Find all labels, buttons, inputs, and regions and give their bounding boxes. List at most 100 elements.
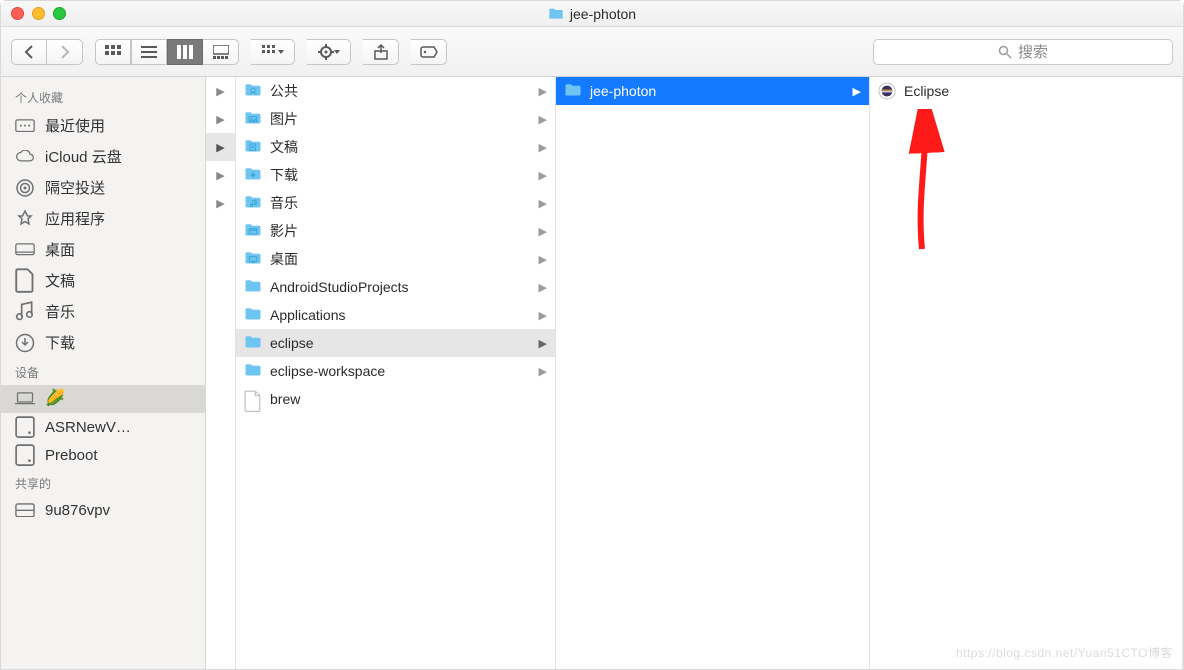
folder-movies-icon (244, 222, 262, 240)
gear-icon (318, 44, 340, 60)
folder-icon (564, 82, 582, 100)
column0-row[interactable]: ▶ (206, 133, 235, 161)
folder-icon (548, 6, 564, 22)
minimize-button[interactable] (32, 7, 45, 20)
sidebar-item[interactable]: 9u876vpv (1, 496, 205, 524)
sidebar-item[interactable]: 音乐 (1, 296, 205, 327)
sidebar[interactable]: 个人收藏 最近使用iCloud 云盘隔空投送应用程序桌面文稿音乐下载 设备 🌽A… (1, 77, 206, 669)
back-button[interactable] (11, 39, 47, 65)
share-button[interactable] (363, 39, 399, 65)
chevron-right-icon (60, 45, 70, 59)
chevron-right-icon: ▶ (539, 225, 547, 238)
file-row[interactable]: 图片 ▶ (236, 105, 555, 133)
chevron-right-icon: ▶ (539, 309, 547, 322)
folder-public-icon (244, 82, 262, 100)
file-label: 桌面 (270, 249, 298, 269)
view-buttons (95, 39, 239, 65)
sidebar-item-label: 应用程序 (45, 208, 105, 229)
search-field[interactable]: 搜索 (873, 39, 1173, 65)
sidebar-item[interactable]: 桌面 (1, 234, 205, 265)
sidebar-item-label: 最近使用 (45, 115, 105, 136)
window-controls (11, 7, 66, 20)
maximize-button[interactable] (53, 7, 66, 20)
server-icon (15, 501, 35, 519)
file-row[interactable]: eclipse-workspace▶ (236, 357, 555, 385)
arrange-button[interactable] (251, 39, 295, 65)
sidebar-item[interactable]: 隔空投送 (1, 172, 205, 203)
folder-desktop-icon (244, 250, 262, 268)
sidebar-item-label: 隔空投送 (45, 177, 105, 198)
sidebar-item[interactable]: 最近使用 (1, 110, 205, 141)
sidebar-header-devices: 设备 (1, 358, 205, 385)
columns-icon (177, 45, 193, 59)
close-button[interactable] (11, 7, 24, 20)
sidebar-item[interactable]: ASRNewV… (1, 413, 205, 441)
file-row[interactable]: brew (236, 385, 555, 413)
chevron-right-icon: ▶ (539, 113, 547, 126)
sidebar-item[interactable]: Preboot (1, 441, 205, 469)
file-row[interactable]: Applications▶ (236, 301, 555, 329)
view-columns-button[interactable] (167, 39, 203, 65)
sidebar-item[interactable]: iCloud 云盘 (1, 141, 205, 172)
sidebar-item[interactable]: 下载 (1, 327, 205, 358)
chevron-right-icon: ▶ (539, 365, 547, 378)
view-list-button[interactable] (131, 39, 167, 65)
file-label: 图片 (270, 109, 298, 129)
file-label: 下载 (270, 165, 298, 185)
sidebar-item-label: 桌面 (45, 239, 75, 260)
sidebar-item[interactable]: 应用程序 (1, 203, 205, 234)
view-icons-button[interactable] (95, 39, 131, 65)
file-row[interactable]: AndroidStudioProjects▶ (236, 273, 555, 301)
column-3[interactable]: Eclipse (870, 77, 1183, 669)
file-row[interactable]: 下载 ▶ (236, 161, 555, 189)
laptop-icon (15, 390, 35, 408)
file-row[interactable]: 影片 ▶ (236, 217, 555, 245)
file-row[interactable]: jee-photon ▶ (556, 77, 869, 105)
chevron-right-icon: ▶ (853, 85, 861, 98)
sidebar-item[interactable]: 🌽 (1, 385, 205, 413)
finder-window: jee-photon (0, 0, 1184, 670)
chevron-right-icon: ▶ (539, 85, 547, 98)
sidebar-item-label: 音乐 (45, 301, 75, 322)
file-row[interactable]: eclipse▶ (236, 329, 555, 357)
file-row[interactable]: Eclipse (870, 77, 1182, 105)
chevron-right-icon: ▶ (539, 281, 547, 294)
action-button[interactable] (307, 39, 351, 65)
view-gallery-button[interactable] (203, 39, 239, 65)
column0-row[interactable]: ▶ (206, 105, 235, 133)
file-label: 文稿 (270, 137, 298, 157)
watermark: https://blog.csdn.net/Yuan51CTO博客 (956, 644, 1173, 661)
forward-button[interactable] (47, 39, 83, 65)
chevron-right-icon: ▶ (539, 197, 547, 210)
folder-icon (244, 278, 262, 296)
file-row[interactable]: 公共▶ (236, 77, 555, 105)
tag-button[interactable] (411, 39, 447, 65)
column0-row[interactable]: ▶ (206, 161, 235, 189)
file-label: jee-photon (590, 83, 656, 99)
column-2[interactable]: jee-photon ▶ (556, 77, 870, 669)
action-group (307, 39, 351, 65)
window-title-text: jee-photon (570, 6, 636, 22)
sidebar-item-label: 下载 (45, 332, 75, 353)
eclipse-app-icon (878, 82, 896, 100)
column0-row[interactable]: ▶ (206, 189, 235, 217)
toolbar: 搜索 (1, 27, 1183, 77)
column-1[interactable]: 公共▶图片▶文稿▶下载▶音乐▶影片▶桌面▶AndroidStudioProjec… (236, 77, 556, 669)
sidebar-header-shared: 共享的 (1, 469, 205, 496)
chevron-right-icon: ▶ (539, 169, 547, 182)
folder-icon (244, 362, 262, 380)
folder-documents-icon (244, 138, 262, 156)
column0-row[interactable]: ▶ (206, 77, 235, 105)
sidebar-item-label: 文稿 (45, 270, 75, 291)
file-label: 影片 (270, 221, 298, 241)
desktop-icon (15, 241, 35, 259)
chevron-left-icon (24, 45, 34, 59)
file-row[interactable]: 音乐▶ (236, 189, 555, 217)
column-0[interactable]: ▶▶▶▶▶ (206, 77, 236, 669)
file-row[interactable]: 文稿▶ (236, 133, 555, 161)
cloud-icon (15, 148, 35, 166)
documents-icon (15, 272, 35, 290)
titlebar[interactable]: jee-photon (1, 1, 1183, 27)
sidebar-item[interactable]: 文稿 (1, 265, 205, 296)
file-row[interactable]: 桌面▶ (236, 245, 555, 273)
